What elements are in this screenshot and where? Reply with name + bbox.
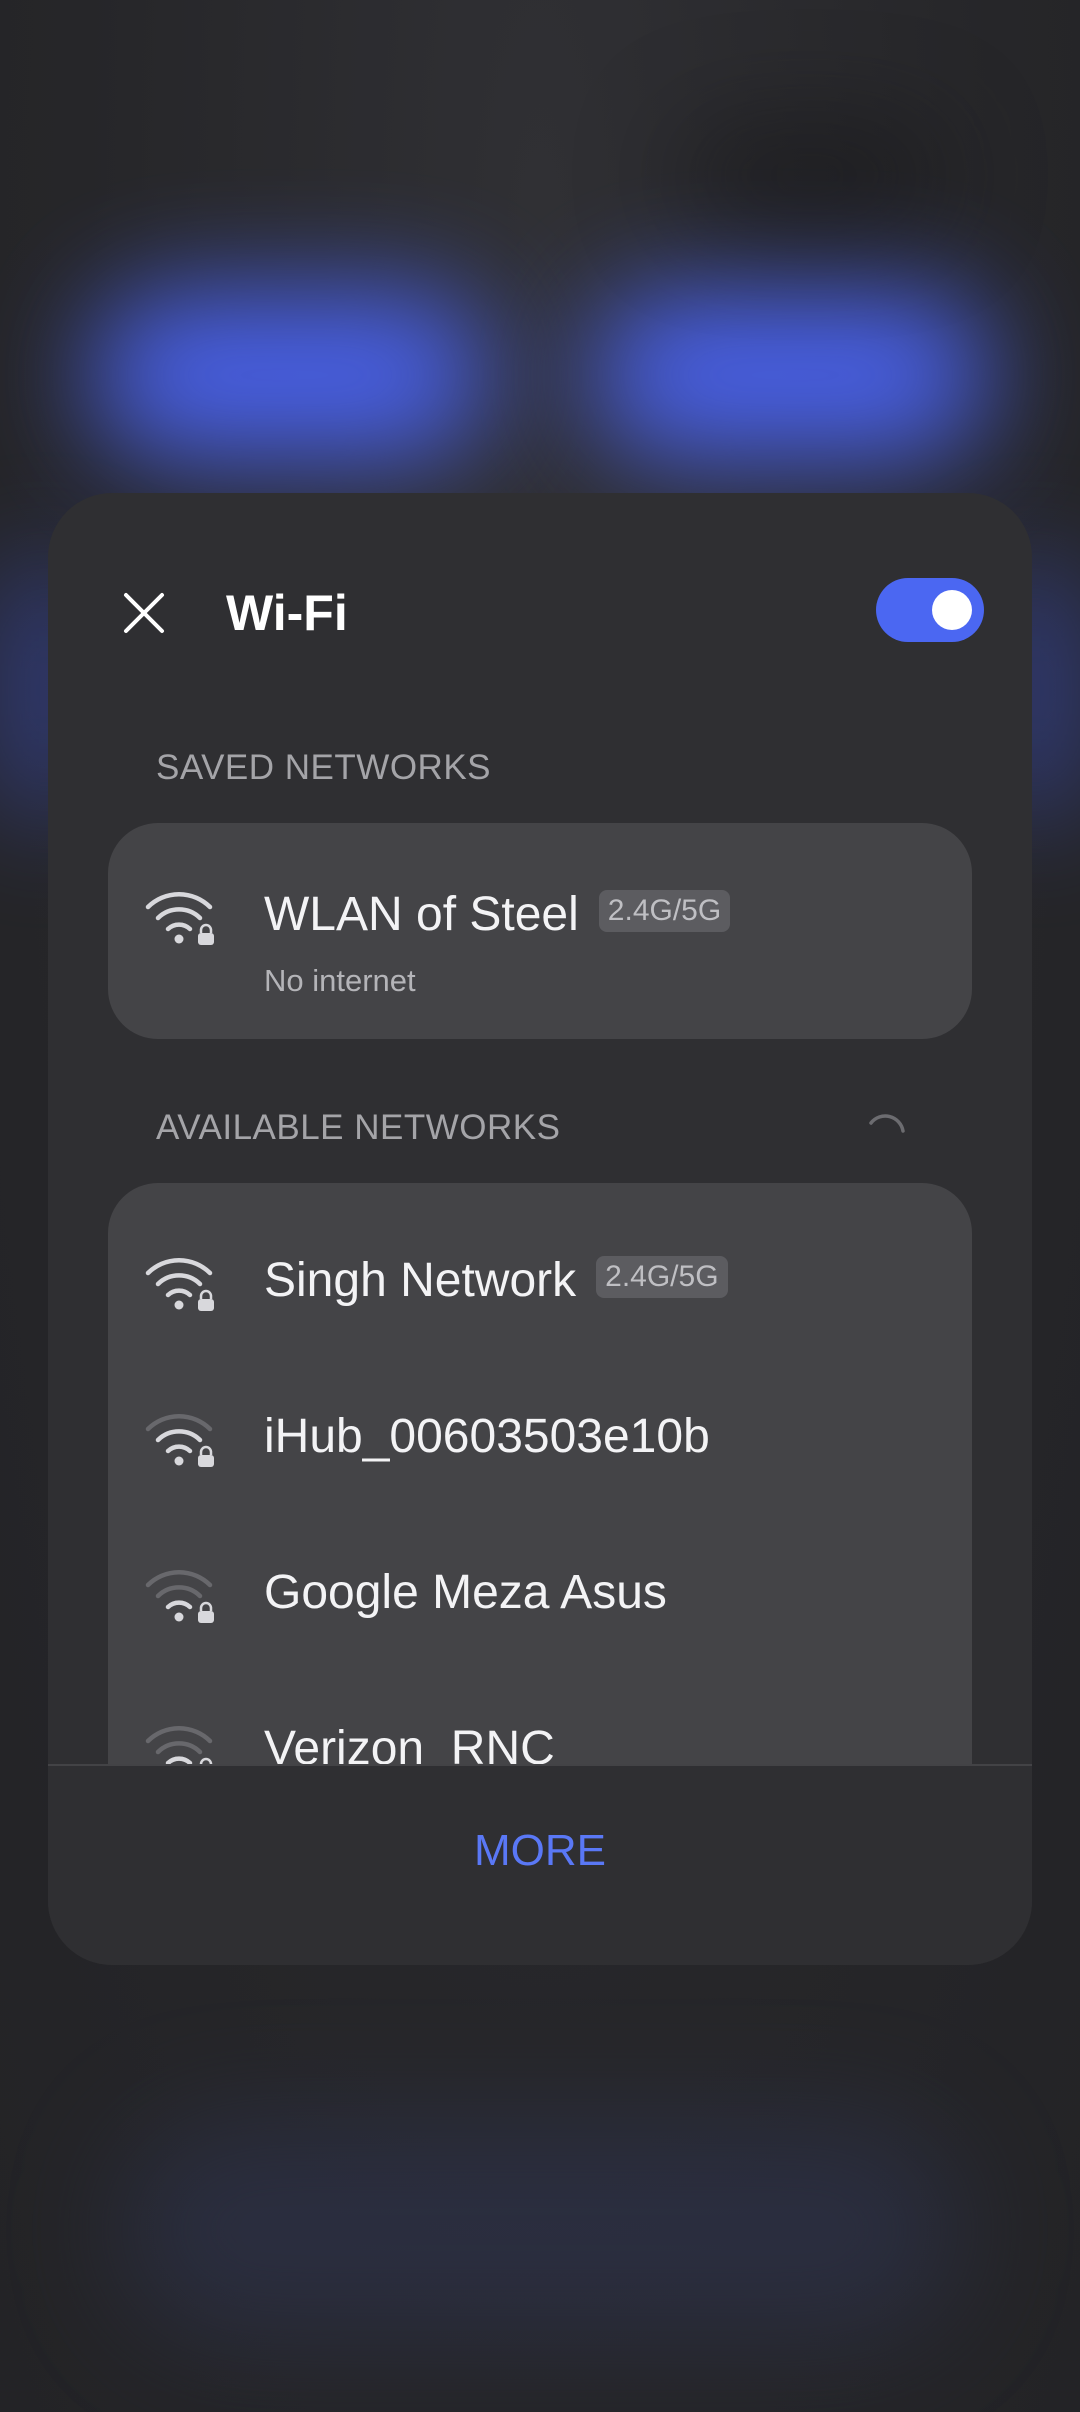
network-name: iHub_00603503e10b (264, 1410, 710, 1463)
background-glow (90, 290, 490, 460)
network-status: No internet (264, 963, 416, 998)
network-name-text: WLAN of Steel (264, 888, 579, 941)
loading-spinner-icon (869, 1114, 905, 1133)
wifi-lock-icon (145, 1570, 214, 1623)
network-name: WLAN of Steel 2.4G/5G (264, 887, 731, 942)
panel-header: Wi-Fi (48, 493, 1032, 723)
saved-networks-heading: SAVED NETWORKS (156, 748, 492, 787)
wifi-lock-icon (145, 1258, 214, 1311)
panel-footer: MORE (48, 1764, 1032, 1965)
network-row-ihub[interactable]: iHub_00603503e10b (108, 1361, 972, 1517)
network-name: Singh Network 2.4G/5G (264, 1253, 728, 1308)
network-row-google-meza-asus[interactable]: Google Meza Asus (108, 1517, 972, 1673)
close-icon (124, 593, 164, 633)
wifi-lock-icon (145, 1414, 214, 1467)
background-glow (120, 2120, 960, 2340)
wifi-toggle[interactable] (876, 578, 984, 642)
background-shadow (680, 130, 940, 220)
toggle-knob (932, 590, 972, 630)
network-row-wlan-of-steel[interactable]: WLAN of Steel 2.4G/5G No internet (108, 853, 972, 1009)
network-row-singh-network[interactable]: Singh Network 2.4G/5G (108, 1205, 972, 1361)
panel-title: Wi-Fi (226, 585, 348, 641)
band-badge: 2.4G/5G (598, 890, 731, 933)
network-name-text: Singh Network (264, 1254, 577, 1307)
network-name: Google Meza Asus (264, 1566, 667, 1619)
more-button[interactable]: MORE (48, 1826, 1032, 1876)
wifi-panel: Wi-Fi SAVED NETWORKS WLAN of Steel 2.4G/5… (48, 493, 1032, 1965)
background-glow (590, 290, 990, 460)
available-networks-heading: AVAILABLE NETWORKS (156, 1108, 561, 1147)
wifi-lock-icon (145, 892, 214, 945)
close-button[interactable] (112, 581, 176, 645)
saved-networks-card: WLAN of Steel 2.4G/5G No internet (108, 823, 972, 1039)
band-badge: 2.4G/5G (596, 1256, 728, 1299)
